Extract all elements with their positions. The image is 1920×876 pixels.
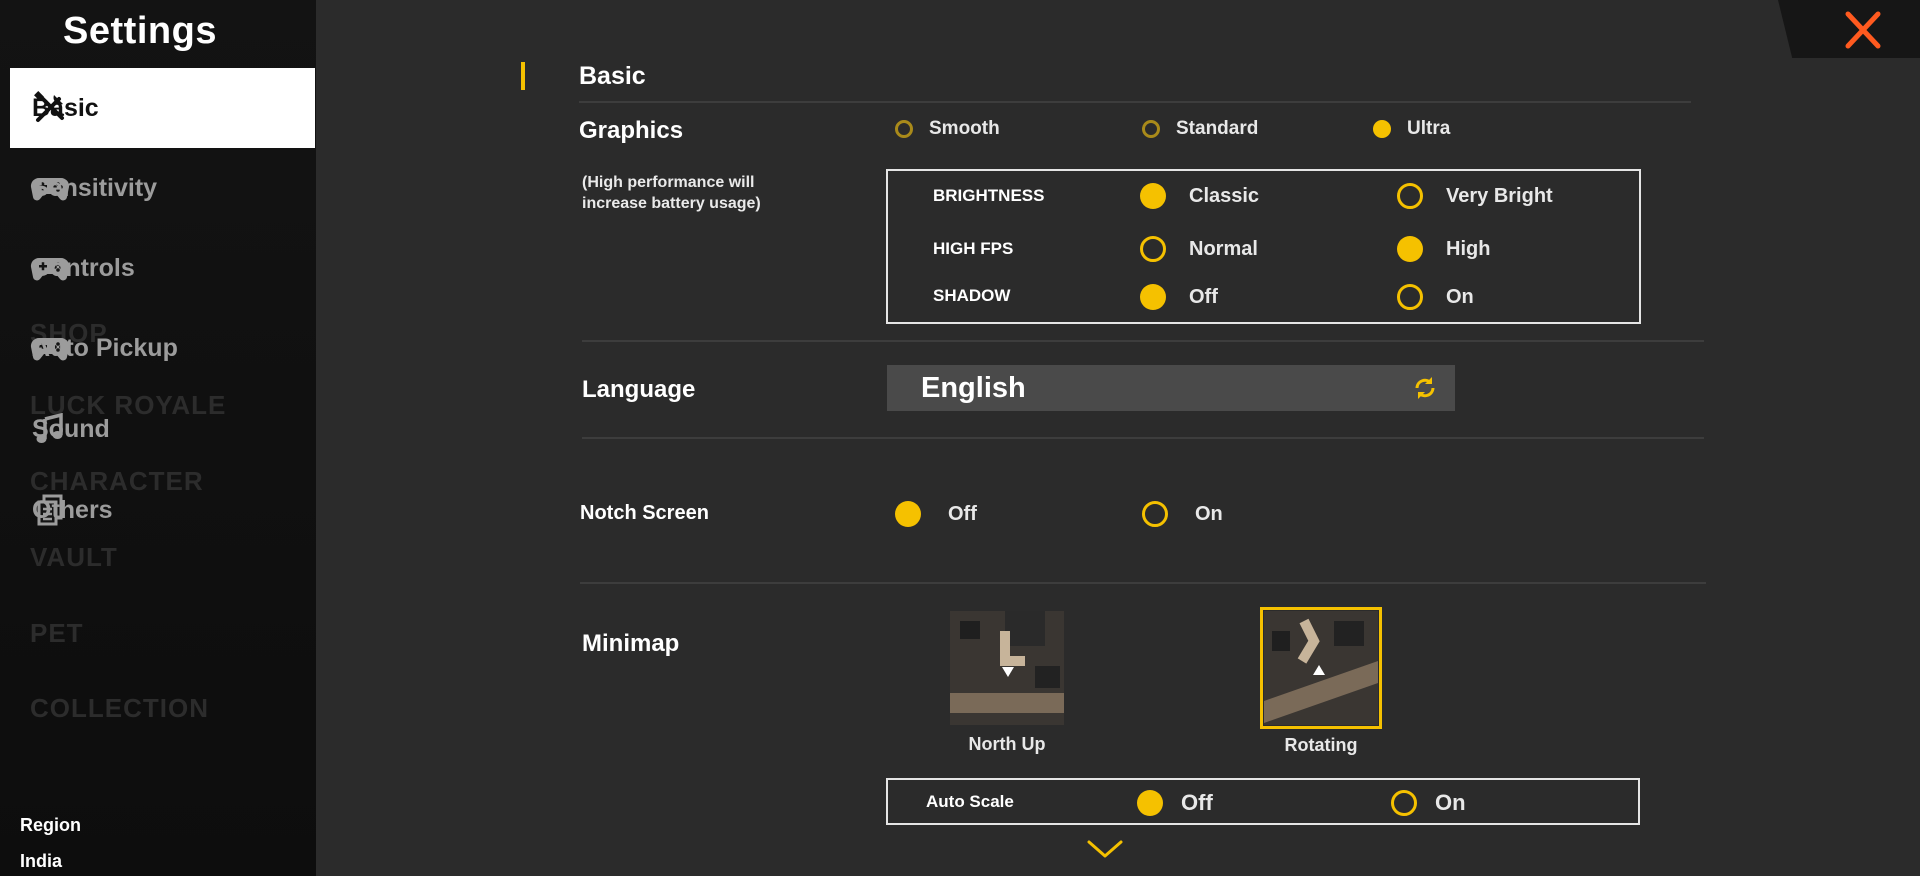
shadow-option-on[interactable]: On [1397, 284, 1474, 310]
sidebar-item-others[interactable]: Others [10, 470, 315, 550]
refresh-icon [1415, 377, 1435, 399]
radio-unselected [1397, 183, 1423, 209]
sidebar-item-label: Controls [32, 253, 135, 282]
sidebar-item-sensitivity[interactable]: Sensitivity [10, 148, 315, 228]
radio-selected [1397, 236, 1423, 262]
sidebar-item-label: Others [32, 495, 113, 524]
language-value: English [921, 371, 1026, 404]
map-thumbnail-icon [1264, 611, 1378, 725]
brightness-label: BRIGHTNESS [933, 186, 1045, 205]
map-thumbnail-icon [950, 611, 1064, 725]
sidebar: SHOP LUCK ROYALE CHARACTER VAULT PET COL… [0, 0, 316, 876]
shadow-label: SHADOW [933, 286, 1011, 305]
minimap-label: Minimap [582, 630, 680, 657]
radio-unselected [1391, 790, 1417, 816]
graphics-option-standard[interactable]: Standard [1142, 118, 1258, 140]
language-label: Language [582, 376, 696, 403]
sidebar-item-basic[interactable]: Basic [10, 68, 315, 148]
radio-selected [1140, 183, 1166, 209]
sidebar-item-controls[interactable]: Controls [10, 228, 315, 308]
divider [582, 340, 1704, 342]
radio-selected [1373, 120, 1391, 138]
language-selector[interactable]: English [887, 365, 1455, 411]
radio-selected [1140, 284, 1166, 310]
graphics-option-ultra[interactable]: Ultra [1373, 118, 1450, 140]
close-button[interactable] [1808, 6, 1918, 54]
notch-screen-label: Notch Screen [580, 502, 709, 524]
settings-title: Settings [63, 10, 217, 52]
auto-scale-option-off[interactable]: Off [1137, 790, 1213, 816]
section-accent-bar [521, 62, 525, 90]
auto-scale-option-on[interactable]: On [1391, 790, 1466, 816]
divider [582, 437, 1704, 439]
region-label: Region [20, 815, 81, 835]
radio-unselected [1142, 120, 1160, 138]
sidebar-item-label: Sound [32, 414, 110, 443]
minimap-rotating-thumbnail[interactable] [1260, 607, 1382, 729]
high-fps-option-normal[interactable]: Normal [1140, 236, 1258, 262]
shadow-option-off[interactable]: Off [1140, 284, 1218, 310]
divider [579, 101, 1691, 103]
background-menu-item: COLLECTION [30, 693, 209, 723]
brightness-option-very-bright[interactable]: Very Bright [1397, 183, 1553, 209]
divider [580, 582, 1706, 584]
region-value: India [20, 851, 63, 871]
background-menu-item: PET [30, 618, 84, 648]
close-icon [1845, 11, 1881, 49]
radio-unselected [1142, 501, 1168, 527]
minimap-north-up-label: North Up [968, 734, 1046, 754]
radio-selected [895, 501, 921, 527]
chevron-down-icon[interactable] [1085, 838, 1125, 860]
brightness-option-classic[interactable]: Classic [1140, 183, 1259, 209]
graphics-label: Graphics [579, 117, 684, 144]
sidebar-item-sound[interactable]: Sound [10, 389, 315, 469]
radio-selected [1137, 790, 1163, 816]
radio-unselected [1140, 236, 1166, 262]
sidebar-item-label: Auto Pickup [32, 333, 178, 362]
notch-screen-option-off[interactable]: Off [895, 501, 977, 527]
sidebar-item-auto-pickup[interactable]: Auto Pickup [10, 308, 315, 388]
graphics-option-smooth[interactable]: Smooth [895, 118, 1000, 140]
section-title: Basic [579, 62, 646, 90]
notch-screen-option-on[interactable]: On [1142, 501, 1223, 527]
high-fps-option-high[interactable]: High [1397, 236, 1490, 262]
minimap-north-up-thumbnail[interactable] [950, 611, 1064, 725]
minimap-rotating-label: Rotating [1284, 735, 1358, 755]
auto-scale-label: Auto Scale [926, 792, 1014, 811]
high-fps-label: HIGH FPS [933, 239, 1014, 258]
sidebar-item-label: Basic [32, 93, 99, 122]
sidebar-item-label: Sensitivity [32, 173, 158, 202]
radio-unselected [895, 120, 913, 138]
graphics-note: (High performance will increase battery … [582, 174, 761, 212]
radio-unselected [1397, 284, 1423, 310]
